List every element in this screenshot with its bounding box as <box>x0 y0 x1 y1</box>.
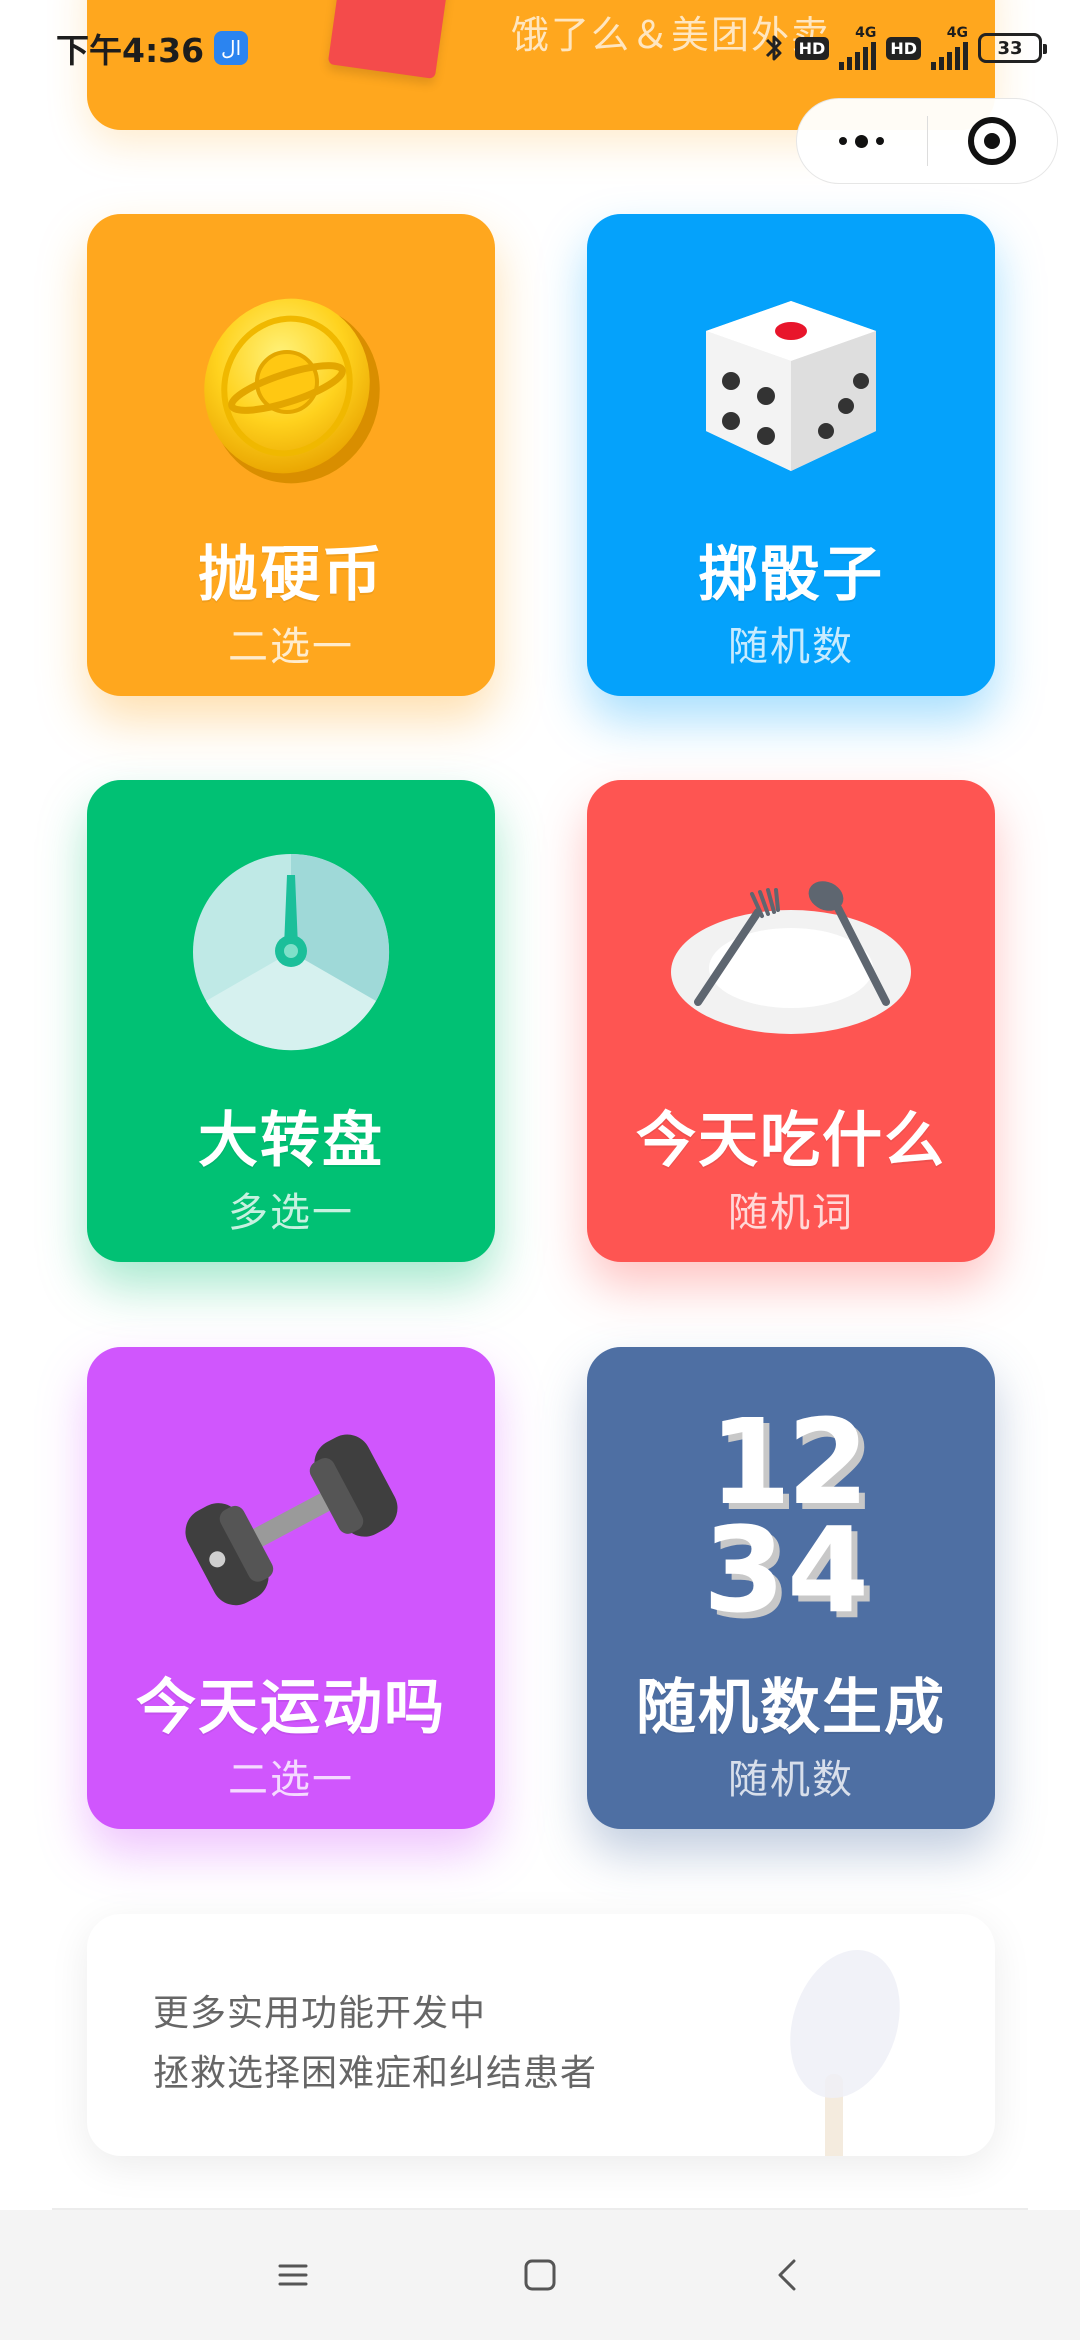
system-nav-bar <box>0 2210 1080 2340</box>
back-chevron-icon <box>778 2259 796 2291</box>
status-time: 下午4:36 <box>56 31 205 70</box>
bluetooth-icon <box>765 35 782 61</box>
card-title: 大转盘 <box>198 1106 384 1176</box>
back-button[interactable] <box>742 2230 832 2320</box>
home-button[interactable] <box>495 2230 585 2320</box>
app-notification-icon: ال <box>214 31 249 65</box>
battery-level: 33 <box>997 37 1023 59</box>
more-dots-icon <box>839 134 885 148</box>
recent-apps-button[interactable] <box>248 2230 338 2320</box>
coin-icon <box>204 298 380 484</box>
square-icon <box>524 2259 556 2291</box>
network-type: 4G <box>946 25 968 41</box>
card-exercise-today[interactable]: 今天运动吗 二选一 <box>87 1347 495 1829</box>
card-spin-wheel[interactable]: 大转盘 多选一 <box>87 780 495 1262</box>
card-title: 今天运动吗 <box>136 1673 446 1743</box>
card-subtitle: 二选一 <box>228 624 354 670</box>
more-menu-button[interactable] <box>797 99 927 183</box>
hd-badge: HD <box>794 36 830 60</box>
dumbbell-icon <box>185 1434 398 1606</box>
info-card: 更多实用功能开发中 拯救选择困难症和纠结患者 <box>87 1914 995 2156</box>
signal-icon <box>839 40 877 70</box>
card-subtitle: 随机词 <box>728 1190 854 1236</box>
status-bar: 下午4:36 ال HD 4G HD 4G 33 <box>0 0 1080 96</box>
card-title: 抛硬币 <box>198 540 384 610</box>
card-subtitle: 随机数 <box>728 624 854 670</box>
miniprogram-capsule <box>796 98 1058 184</box>
plate-icon <box>671 881 911 1034</box>
ice-cream-icon <box>790 1949 900 2156</box>
signal-icon <box>931 40 968 70</box>
close-miniprogram-button[interactable] <box>928 99 1058 183</box>
card-what-to-eat[interactable]: 今天吃什么 随机词 <box>587 780 995 1262</box>
card-title: 掷骰子 <box>698 540 884 610</box>
card-subtitle: 二选一 <box>228 1757 354 1803</box>
number-digit: 4 <box>787 1501 869 1631</box>
info-line: 更多实用功能开发中 <box>153 1993 487 2034</box>
card-title: 今天吃什么 <box>636 1106 946 1176</box>
hd-badge: HD <box>886 36 921 60</box>
card-title: 随机数生成 <box>636 1673 946 1743</box>
numbers-icon: 1 1 2 2 3 3 4 4 <box>703 1393 875 1631</box>
info-line: 拯救选择困难症和纠结患者 <box>153 2053 598 2094</box>
menu-icon <box>278 2264 308 2286</box>
number-digit: 3 <box>703 1501 785 1631</box>
card-coin-flip[interactable]: 抛硬币 二选一 <box>87 214 495 696</box>
dice-icon <box>706 301 876 471</box>
card-subtitle: 多选一 <box>228 1190 354 1236</box>
target-icon <box>968 117 1017 165</box>
card-subtitle: 随机数 <box>728 1757 854 1803</box>
network-type: 4G <box>855 25 877 41</box>
battery-icon: 33 <box>978 33 1047 63</box>
card-random-number[interactable]: 1 1 2 2 3 3 4 4 随机数生成 随机数 <box>587 1347 995 1829</box>
card-dice[interactable]: 掷骰子 随机数 <box>587 214 995 696</box>
wheel-icon <box>193 853 390 1051</box>
